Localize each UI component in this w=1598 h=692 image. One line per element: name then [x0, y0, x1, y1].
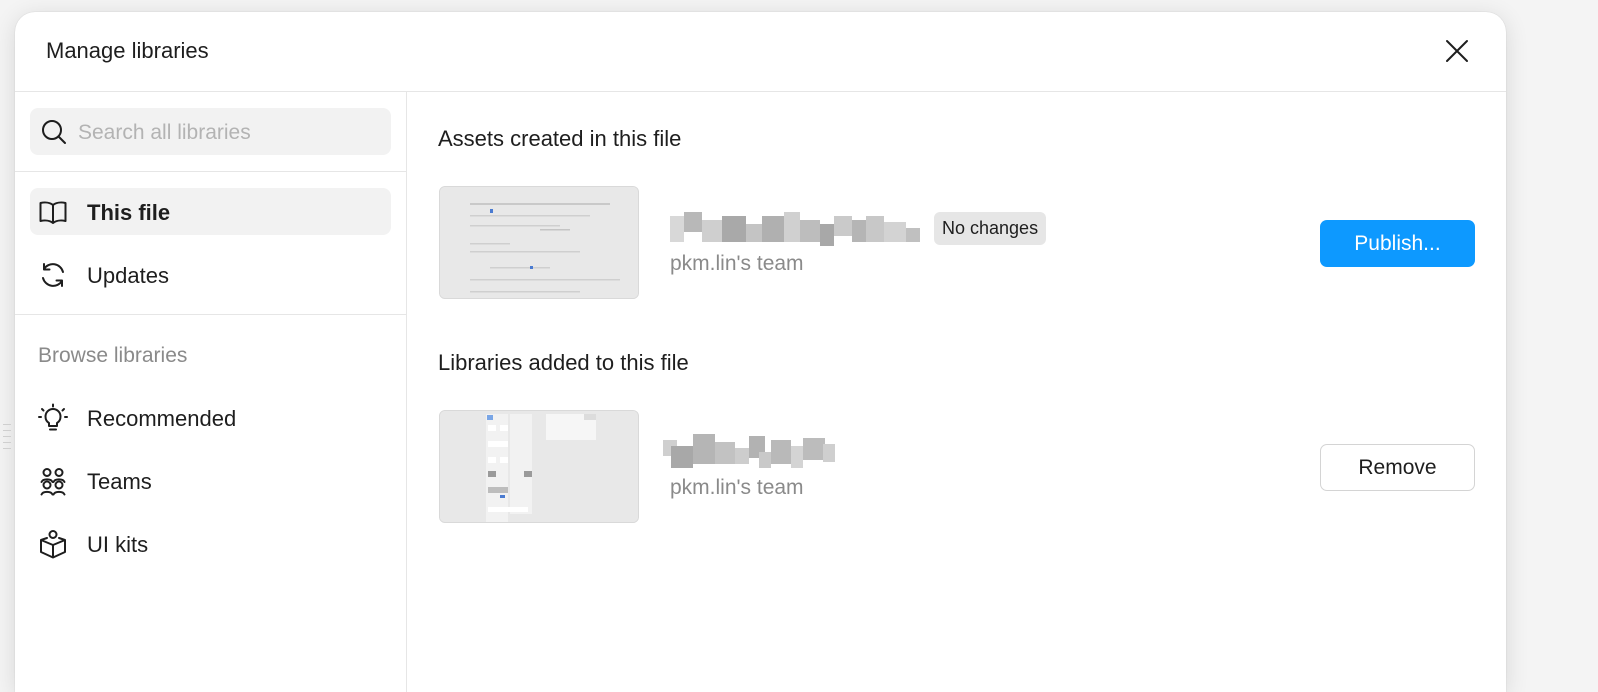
sidebar-item-label: Recommended: [87, 406, 237, 431]
status-badge: No changes: [934, 212, 1047, 245]
sidebar: This file Updates Browse libraries Recom…: [15, 92, 407, 692]
assets-section-title: Assets created in this file: [438, 126, 682, 151]
library-thumbnail: [439, 410, 639, 523]
sidebar-item-label: UI kits: [87, 532, 149, 557]
library-team: pkm.lin's team: [670, 476, 804, 499]
sidebar-divider: [15, 171, 406, 172]
refresh-icon: [42, 263, 64, 287]
book-icon: [39, 201, 67, 224]
background-canvas-marks: [3, 424, 11, 449]
close-icon: [1446, 40, 1468, 62]
sidebar-item-this-file[interactable]: This file: [30, 188, 391, 235]
sidebar-item-recommended[interactable]: Recommended: [30, 394, 391, 441]
browse-libraries-label: Browse libraries: [38, 344, 188, 367]
sidebar-item-updates[interactable]: Updates: [30, 251, 391, 298]
sidebar-item-label: This file: [87, 200, 171, 225]
teams-icon: [40, 468, 66, 496]
library-thumbnail: [439, 186, 639, 299]
search-icon: [42, 120, 66, 144]
sidebar-item-teams[interactable]: Teams: [30, 457, 391, 504]
library-name-redacted: [670, 212, 920, 246]
dialog-title: Manage libraries: [46, 38, 209, 63]
main-content: Assets created in this file No changes p…: [407, 92, 1506, 692]
dialog-header: Manage libraries: [15, 12, 1506, 92]
package-icon: [40, 530, 66, 559]
libraries-section-title: Libraries added to this file: [438, 350, 689, 375]
lightbulb-icon: [38, 403, 68, 431]
library-name-redacted: [663, 434, 835, 468]
sidebar-divider: [15, 314, 406, 315]
search-input[interactable]: [76, 108, 380, 157]
remove-button[interactable]: Remove: [1320, 444, 1475, 491]
sidebar-item-label: Updates: [87, 263, 169, 288]
sidebar-item-ui-kits[interactable]: UI kits: [30, 520, 391, 567]
sidebar-item-label: Teams: [87, 469, 152, 494]
search-box[interactable]: [30, 108, 391, 157]
close-button[interactable]: [1442, 36, 1472, 66]
library-team: pkm.lin's team: [670, 252, 804, 275]
publish-button[interactable]: Publish...: [1320, 220, 1475, 267]
manage-libraries-dialog: Manage libraries This file: [15, 12, 1506, 692]
